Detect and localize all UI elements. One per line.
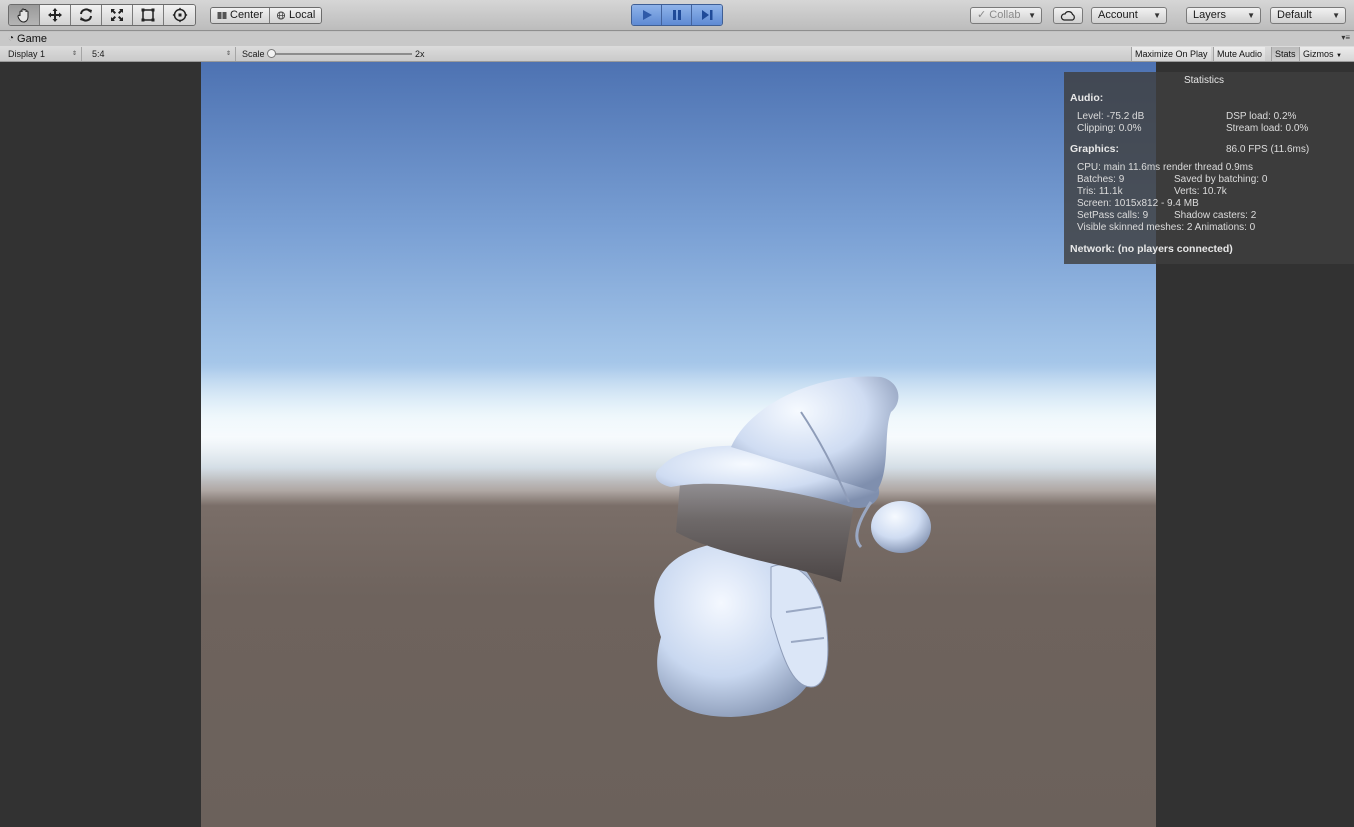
- audio-clipping: Clipping: 0.0%: [1077, 123, 1142, 134]
- pause-button[interactable]: [662, 5, 692, 25]
- chevron-updown-icon: ⇕: [225, 51, 231, 57]
- pivot-center-icon: [217, 12, 227, 19]
- move-icon: [48, 8, 62, 22]
- scale-icon: [111, 9, 123, 21]
- pivot-local-label: Local: [289, 9, 316, 21]
- mute-audio-button[interactable]: Mute Audio: [1213, 47, 1266, 61]
- fps-readout: 86.0 FPS (11.6ms): [1226, 144, 1310, 155]
- aspect-dropdown[interactable]: 5:4 ⇕: [88, 47, 236, 61]
- play-button[interactable]: [632, 5, 662, 25]
- transform-tool-button[interactable]: [164, 5, 195, 25]
- window-menu-icon[interactable]: ▾≡: [1341, 34, 1350, 42]
- chevron-updown-icon: ⇕: [71, 51, 77, 57]
- globe-icon: [276, 11, 286, 20]
- rect-tool-button[interactable]: [133, 5, 164, 25]
- scale-label: Scale: [242, 49, 265, 59]
- character-model: [654, 376, 931, 717]
- move-tool-button[interactable]: [40, 5, 71, 25]
- game-tab[interactable]: ◔ Game: [8, 32, 47, 46]
- layers-label: Layers: [1193, 9, 1227, 21]
- collab-label: Collab: [989, 9, 1021, 21]
- verts-readout: Verts: 10.7k: [1174, 186, 1227, 197]
- setpass-readout: SetPass calls: 9: [1077, 210, 1149, 221]
- step-icon: [702, 10, 713, 20]
- game-control-bar: Display 1 ⇕ 5:4 ⇕ Scale 2x Maximize On P…: [0, 46, 1354, 62]
- statistics-panel: Statistics Audio: Level: -75.2 dB DSP lo…: [1064, 72, 1354, 264]
- scale-value: 2x: [415, 49, 425, 59]
- game-tab-label: Game: [17, 33, 48, 45]
- chevron-down-icon: ▼: [1247, 11, 1255, 20]
- layout-dropdown[interactable]: Default ▼: [1270, 7, 1346, 24]
- saved-batching-readout: Saved by batching: 0: [1174, 174, 1268, 185]
- display-label: Display 1: [8, 49, 46, 59]
- transform-icon: [172, 7, 187, 23]
- layers-dropdown[interactable]: Layers ▼: [1186, 7, 1261, 24]
- hand-icon: [17, 8, 29, 23]
- audio-header: Audio:: [1070, 92, 1104, 104]
- play-icon: [642, 10, 652, 20]
- stream-load: Stream load: 0.0%: [1226, 123, 1309, 134]
- scale-tool-button[interactable]: [102, 5, 133, 25]
- network-readout: Network: (no players connected): [1070, 243, 1233, 255]
- graphics-header: Graphics:: [1070, 143, 1120, 155]
- pause-icon: [672, 10, 681, 20]
- stats-button[interactable]: Stats: [1271, 47, 1299, 61]
- play-controls: [631, 4, 723, 26]
- cpu-readout: CPU: main 11.6ms render thread 0.9ms: [1077, 162, 1254, 173]
- step-button[interactable]: [692, 5, 722, 25]
- check-icon: ✓: [977, 9, 987, 21]
- layout-label: Default: [1277, 9, 1312, 21]
- chevron-down-icon: ▼: [1028, 11, 1036, 20]
- collab-dropdown[interactable]: ✓ Collab ▼: [970, 7, 1042, 24]
- shadow-casters-readout: Shadow casters: 2: [1174, 210, 1257, 221]
- cloud-icon: [1060, 10, 1075, 21]
- chevron-down-icon: ▼: [1336, 53, 1342, 59]
- account-label: Account: [1098, 9, 1138, 21]
- rect-icon: [141, 8, 155, 22]
- transform-tools: [8, 4, 196, 26]
- gizmos-dropdown[interactable]: Gizmos ▼: [1299, 47, 1354, 61]
- chevron-down-icon: ▼: [1332, 11, 1340, 20]
- pivot-center-label: Center: [230, 9, 264, 21]
- dsp-load: DSP load: 0.2%: [1226, 111, 1297, 122]
- main-toolbar: Center Local ✓ Collab ▼ Account ▼ Layers…: [0, 0, 1354, 31]
- chevron-down-icon: ▼: [1153, 11, 1161, 20]
- gizmos-label: Gizmos: [1303, 49, 1334, 59]
- scale-slider-track[interactable]: [268, 53, 412, 55]
- tris-readout: Tris: 11.1k: [1077, 186, 1123, 197]
- skinned-meshes-readout: Visible skinned meshes: 2 Animations: 0: [1077, 222, 1256, 233]
- screen-readout: Screen: 1015x812 - 9.4 MB: [1077, 198, 1199, 209]
- pivot-center-button[interactable]: Center: [211, 8, 270, 23]
- hand-tool-button[interactable]: [9, 5, 40, 25]
- batches-readout: Batches: 9: [1077, 174, 1125, 185]
- pivot-toggles: Center Local: [210, 7, 323, 24]
- scale-slider-thumb[interactable]: [267, 49, 276, 58]
- game-tab-bar: ◔ Game ▾≡: [0, 32, 1354, 46]
- account-dropdown[interactable]: Account ▼: [1091, 7, 1167, 24]
- pacman-icon: ◔: [8, 33, 15, 44]
- cloud-button[interactable]: [1053, 7, 1083, 24]
- statistics-title: Statistics: [1183, 75, 1224, 86]
- aspect-label: 5:4: [92, 49, 105, 59]
- rotate-tool-button[interactable]: [71, 5, 102, 25]
- game-scene[interactable]: [201, 62, 1156, 827]
- display-dropdown[interactable]: Display 1 ⇕: [4, 47, 82, 61]
- pivot-local-button[interactable]: Local: [269, 8, 322, 23]
- maximize-on-play-button[interactable]: Maximize On Play: [1131, 47, 1211, 61]
- rotate-icon: [80, 8, 92, 22]
- audio-level: Level: -75.2 dB: [1077, 111, 1145, 122]
